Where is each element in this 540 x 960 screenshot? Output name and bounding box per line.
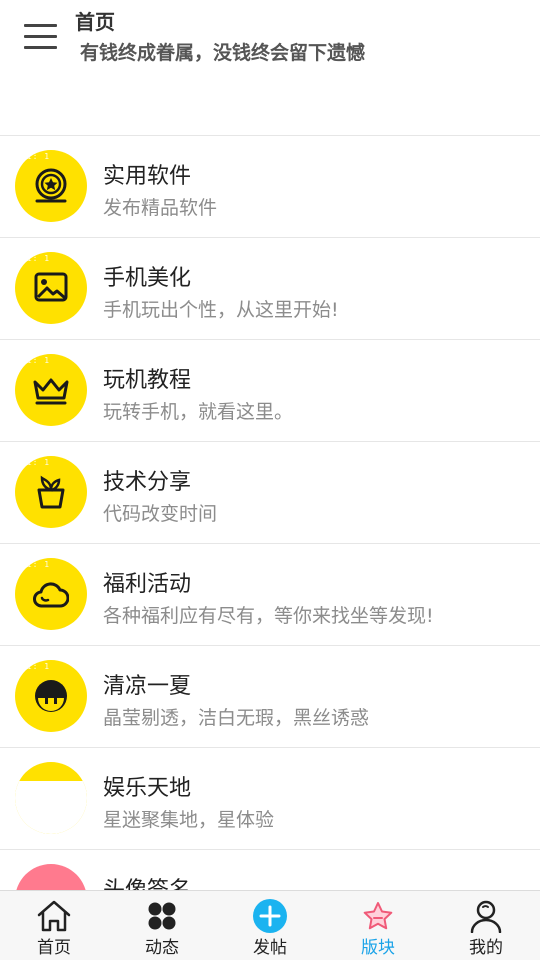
- tab-label: 我的: [469, 938, 503, 958]
- item-desc: 星迷聚集地，星体验: [103, 809, 275, 831]
- tab-label: 首页: [37, 938, 71, 958]
- home-icon: [37, 900, 71, 932]
- tab-label: 版块: [361, 938, 395, 958]
- tab-post[interactable]: 发帖: [216, 891, 324, 960]
- item-desc: 玩转手机，就看这里。: [103, 401, 294, 423]
- page-subtitle: 有钱终成眷属，没钱终会留下遗憾: [80, 42, 366, 64]
- icon-badge: ıı: 1: [21, 356, 51, 365]
- plant-pot-icon: ıı: 1: [15, 456, 87, 528]
- user-icon: [470, 900, 502, 933]
- item-name: 技术分享: [103, 470, 192, 495]
- cloud-icon: ıı: 1: [15, 558, 87, 630]
- add-circle-icon: [253, 899, 287, 933]
- tab-feed[interactable]: 动态: [108, 891, 216, 960]
- item-desc: 手机玩出个性，从这里开始!: [103, 299, 339, 321]
- list-item-welfare[interactable]: ıı: 1 福利活动 各种福利应有尽有，等你来找坐等发现!: [0, 544, 540, 646]
- list-item-software[interactable]: ıı: 1 实用软件 发布精品软件: [0, 136, 540, 238]
- half-circle-icon: [15, 762, 87, 834]
- item-name: 清凉一夏: [103, 674, 192, 699]
- tab-home[interactable]: 首页: [0, 891, 108, 960]
- item-name: 实用软件: [103, 164, 192, 189]
- tab-me[interactable]: 我的: [432, 891, 540, 960]
- icon-badge: ıı: 1: [21, 662, 51, 671]
- medal-icon: ıı: 1: [15, 150, 87, 222]
- icon-badge: ıı: 1: [21, 560, 51, 569]
- list-item-beautify[interactable]: ıı: 1 手机美化 手机玩出个性，从这里开始!: [0, 238, 540, 340]
- list-item-entertainment[interactable]: 娱乐天地 星迷聚集地，星体验: [0, 748, 540, 850]
- list-item-summer[interactable]: ıı: 1 清凉一夏 晶莹剔透，洁白无瑕，黑丝诱惑: [0, 646, 540, 748]
- item-name: 福利活动: [103, 572, 192, 597]
- card-icon: [15, 864, 87, 890]
- tab-label: 动态: [145, 938, 179, 958]
- item-name: 手机美化: [103, 266, 192, 291]
- item-desc: 代码改变时间: [103, 503, 218, 525]
- grid-icon: [148, 902, 176, 930]
- item-desc: 各种福利应有尽有，等你来找坐等发现!: [103, 605, 434, 627]
- image-icon: ıı: 1: [15, 252, 87, 324]
- menu-icon[interactable]: [24, 24, 57, 50]
- tab-label: 发帖: [253, 938, 287, 958]
- star-icon: [363, 902, 393, 930]
- list-item-tech[interactable]: ıı: 1 技术分享 代码改变时间: [0, 442, 540, 544]
- item-desc: 发布精品软件: [103, 197, 218, 219]
- icon-badge: ıı: 1: [21, 254, 51, 263]
- icon-badge: ıı: 1: [21, 152, 51, 161]
- header: 首页 有钱终成眷属，没钱终会留下遗憾: [0, 0, 540, 136]
- item-desc: 晶莹剔透，洁白无瑕，黑丝诱惑: [103, 707, 370, 729]
- face-icon: ıı: 1: [15, 660, 87, 732]
- list-item-tutorial[interactable]: ıı: 1 玩机教程 玩转手机，就看这里。: [0, 340, 540, 442]
- icon-badge: ıı: 1: [21, 458, 51, 467]
- crown-icon: ıı: 1: [15, 354, 87, 426]
- tab-boards[interactable]: 版块: [324, 891, 432, 960]
- forum-list: ıı: 1 实用软件 发布精品软件 ıı: 1 手机美化 手机玩出个性，从这里开…: [0, 136, 540, 890]
- bottom-tab-bar: 首页 动态 发帖 版块 我的: [0, 890, 540, 960]
- list-item-avatar[interactable]: 头像签名: [0, 850, 540, 890]
- page-title: 首页: [75, 10, 115, 34]
- item-name: 头像签名: [103, 872, 191, 890]
- item-name: 娱乐天地: [103, 776, 192, 801]
- item-name: 玩机教程: [103, 368, 192, 393]
